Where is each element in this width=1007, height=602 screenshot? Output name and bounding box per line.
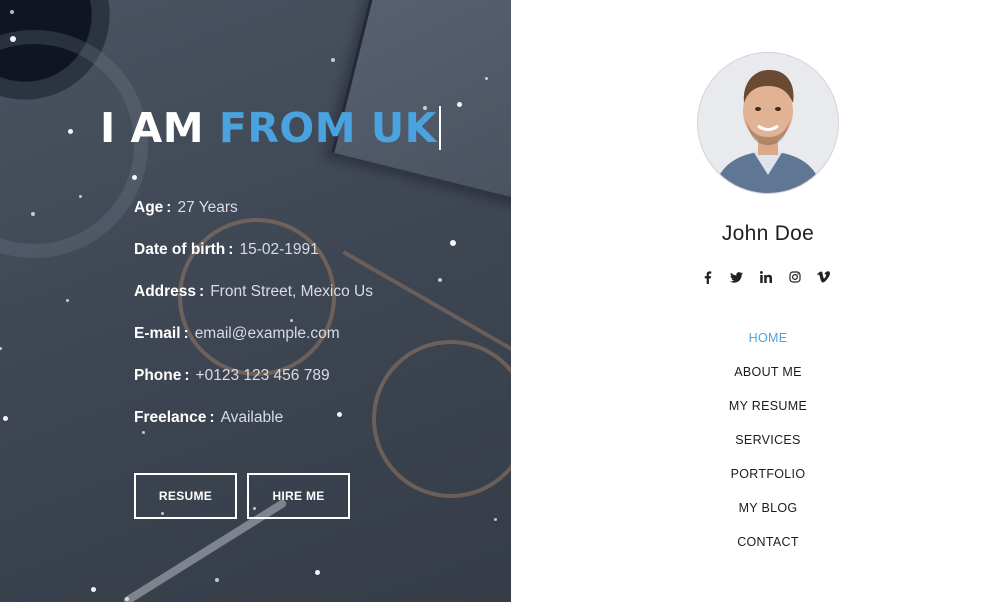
background-notebook xyxy=(331,0,511,202)
info-row-email: E-mail: email@example.com xyxy=(134,324,373,366)
nav-link-blog[interactable]: MY BLOG xyxy=(739,501,798,515)
linkedin-icon[interactable] xyxy=(757,268,774,286)
hero-title: I AM FROM UK xyxy=(100,104,441,152)
info-label: Age xyxy=(134,199,164,216)
typing-caret xyxy=(438,106,441,150)
avatar xyxy=(697,52,839,194)
particle-dot xyxy=(125,597,129,601)
instagram-icon[interactable] xyxy=(786,268,803,286)
nav-link-services[interactable]: SERVICES xyxy=(735,433,800,447)
info-row-freelance: Freelance: Available xyxy=(134,408,373,450)
info-label: Phone xyxy=(134,367,182,384)
info-label: Date of birth xyxy=(134,241,226,258)
nav-link-resume[interactable]: MY RESUME xyxy=(729,399,807,413)
vimeo-icon[interactable] xyxy=(815,268,832,286)
particle-dot xyxy=(67,128,73,134)
background-coffee-cup xyxy=(0,0,110,100)
nav-link-contact[interactable]: CONTACT xyxy=(737,535,799,549)
particle-dot xyxy=(314,569,320,575)
info-value: email@example.com xyxy=(194,325,340,342)
info-row-age: Age:27 Years xyxy=(134,198,373,240)
info-row-dob: Date of birth:15-02-1991 xyxy=(134,240,373,282)
nav-link-portfolio[interactable]: PORTFOLIO xyxy=(731,467,806,481)
info-separator: : xyxy=(183,325,189,342)
nav-item-home: HOME xyxy=(511,328,1007,362)
info-row-address: Address: Front Street, Mexico Us xyxy=(134,282,373,324)
resume-button[interactable]: RESUME xyxy=(134,473,237,519)
info-value: Available xyxy=(220,409,284,426)
hire-me-button[interactable]: HIRE ME xyxy=(247,473,350,519)
profile-sidebar: John Doe HOME ABOUT ME MY RESUME SERVICE… xyxy=(511,0,1007,602)
profile-name: John Doe xyxy=(721,222,815,245)
particle-dot xyxy=(0,346,2,350)
info-label: Address xyxy=(134,283,197,300)
particle-dot xyxy=(493,517,497,521)
particle-dot xyxy=(131,174,137,180)
info-row-phone: Phone: +0123 123 456 789 xyxy=(134,366,373,408)
particle-dot xyxy=(10,36,16,42)
personal-info-list: Age:27 Years Date of birth:15-02-1991 Ad… xyxy=(134,198,373,450)
avatar-portrait xyxy=(698,53,838,193)
info-value: 15-02-1991 xyxy=(239,241,319,258)
particle-dot xyxy=(215,578,219,582)
info-separator: : xyxy=(228,241,234,258)
hero-title-prefix: I AM xyxy=(100,104,205,152)
info-value: +0123 123 456 789 xyxy=(195,367,330,384)
nav-item-portfolio: PORTFOLIO xyxy=(511,464,1007,498)
particle-dot xyxy=(65,298,69,302)
hero-title-highlight: FROM UK xyxy=(218,104,437,152)
facebook-icon[interactable] xyxy=(699,268,716,286)
nav-item-blog: MY BLOG xyxy=(511,498,1007,532)
nav-link-home[interactable]: HOME xyxy=(749,331,788,345)
background-glasses-lens-right xyxy=(372,340,511,498)
particle-dot xyxy=(438,278,442,282)
particle-dot xyxy=(78,194,82,198)
nav-item-services: SERVICES xyxy=(511,430,1007,464)
particle-dot xyxy=(31,212,35,216)
info-separator: : xyxy=(209,409,215,426)
particle-dot xyxy=(450,240,456,246)
hero-section: I AM FROM UK Age:27 Years Date of birth:… xyxy=(0,0,511,602)
info-label: Freelance xyxy=(134,409,207,426)
particle-dot xyxy=(484,76,488,80)
info-value: Front Street, Mexico Us xyxy=(210,283,373,300)
nav-item-contact: CONTACT xyxy=(511,532,1007,566)
particle-dot xyxy=(90,586,96,592)
info-separator: : xyxy=(184,367,190,384)
info-separator: : xyxy=(166,199,172,216)
main-navigation: HOME ABOUT ME MY RESUME SERVICES PORTFOL… xyxy=(511,328,1007,566)
info-label: E-mail xyxy=(134,325,181,342)
social-links xyxy=(699,268,832,286)
nav-item-resume: MY RESUME xyxy=(511,396,1007,430)
info-separator: : xyxy=(199,283,205,300)
nav-link-about[interactable]: ABOUT ME xyxy=(734,365,801,379)
particle-dot xyxy=(2,415,8,421)
nav-item-about: ABOUT ME xyxy=(511,362,1007,396)
particle-dot xyxy=(10,10,14,14)
particle-dot xyxy=(331,58,335,62)
particle-dot xyxy=(456,101,462,107)
twitter-icon[interactable] xyxy=(728,268,745,286)
info-value: 27 Years xyxy=(177,199,238,216)
